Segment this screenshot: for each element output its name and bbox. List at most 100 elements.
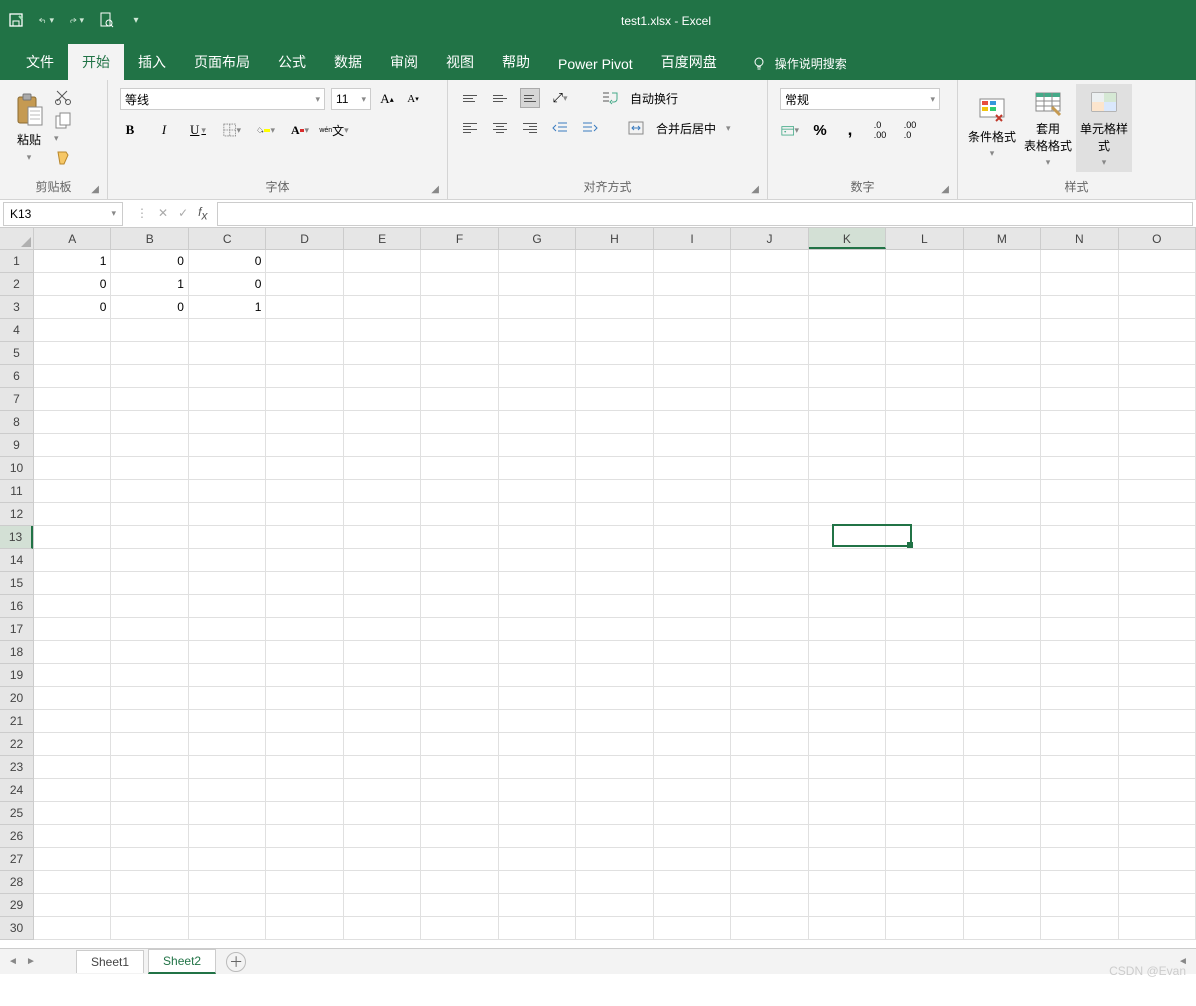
- cell[interactable]: [499, 595, 576, 618]
- cell[interactable]: [344, 618, 421, 641]
- cell[interactable]: [499, 572, 576, 595]
- cell[interactable]: [266, 388, 343, 411]
- cell[interactable]: [499, 503, 576, 526]
- cell[interactable]: [809, 434, 886, 457]
- cell[interactable]: [576, 296, 653, 319]
- cell[interactable]: [654, 779, 731, 802]
- tab-baidu[interactable]: 百度网盘: [647, 44, 731, 80]
- cell[interactable]: [1119, 365, 1196, 388]
- cell[interactable]: [964, 825, 1041, 848]
- cell[interactable]: [421, 779, 498, 802]
- cell[interactable]: [1041, 825, 1118, 848]
- cell[interactable]: [34, 388, 111, 411]
- cell[interactable]: [654, 710, 731, 733]
- cell[interactable]: [886, 319, 963, 342]
- cell[interactable]: [1119, 595, 1196, 618]
- row-header[interactable]: 13: [0, 526, 33, 549]
- fx-expand-icon[interactable]: ⋮: [136, 206, 148, 220]
- cell[interactable]: [886, 894, 963, 917]
- cell[interactable]: [731, 250, 808, 273]
- cell[interactable]: [1041, 250, 1118, 273]
- cell[interactable]: [886, 779, 963, 802]
- cell[interactable]: [809, 825, 886, 848]
- cell[interactable]: [654, 526, 731, 549]
- cell[interactable]: [886, 687, 963, 710]
- cell[interactable]: [266, 802, 343, 825]
- tab-review[interactable]: 审阅: [376, 44, 432, 80]
- cell[interactable]: [499, 388, 576, 411]
- redo-icon[interactable]: ▾: [68, 12, 84, 28]
- cell[interactable]: [344, 664, 421, 687]
- cell[interactable]: [111, 871, 188, 894]
- cell[interactable]: [499, 894, 576, 917]
- cell[interactable]: [576, 779, 653, 802]
- cell[interactable]: [344, 825, 421, 848]
- sheet-nav-prev-icon[interactable]: ◄: [6, 955, 20, 969]
- cell[interactable]: [266, 411, 343, 434]
- cell[interactable]: [111, 411, 188, 434]
- column-header[interactable]: F: [421, 228, 498, 249]
- border-button[interactable]: ▾: [222, 120, 242, 140]
- cell[interactable]: [344, 526, 421, 549]
- cell[interactable]: [809, 710, 886, 733]
- tab-layout[interactable]: 页面布局: [180, 44, 264, 80]
- cell[interactable]: [111, 388, 188, 411]
- cell[interactable]: [111, 894, 188, 917]
- cell[interactable]: [189, 457, 266, 480]
- cell[interactable]: 0: [189, 250, 266, 273]
- cell[interactable]: [189, 319, 266, 342]
- cell[interactable]: [421, 641, 498, 664]
- cell[interactable]: [576, 848, 653, 871]
- cell[interactable]: [964, 388, 1041, 411]
- cell[interactable]: [1119, 526, 1196, 549]
- chevron-down-icon[interactable]: ▾: [726, 123, 731, 134]
- row-header[interactable]: 4: [0, 319, 33, 342]
- cell[interactable]: [421, 871, 498, 894]
- cell[interactable]: [731, 273, 808, 296]
- cell[interactable]: [576, 641, 653, 664]
- cell[interactable]: [886, 250, 963, 273]
- cell[interactable]: [344, 273, 421, 296]
- cell[interactable]: [809, 756, 886, 779]
- cell[interactable]: [34, 871, 111, 894]
- cell[interactable]: [34, 825, 111, 848]
- column-header[interactable]: J: [731, 228, 808, 249]
- row-header[interactable]: 10: [0, 457, 33, 480]
- paste-button[interactable]: 粘贴 ▾: [6, 84, 52, 172]
- cell[interactable]: [809, 388, 886, 411]
- cell[interactable]: [189, 595, 266, 618]
- cell[interactable]: [111, 457, 188, 480]
- cell[interactable]: [499, 365, 576, 388]
- cell[interactable]: [576, 549, 653, 572]
- cell[interactable]: [1041, 779, 1118, 802]
- cell[interactable]: [266, 365, 343, 388]
- cell[interactable]: [1041, 273, 1118, 296]
- cell[interactable]: [266, 733, 343, 756]
- cell[interactable]: [344, 411, 421, 434]
- cell[interactable]: [421, 411, 498, 434]
- cell[interactable]: [1119, 296, 1196, 319]
- cell[interactable]: [266, 710, 343, 733]
- cell[interactable]: [344, 802, 421, 825]
- cell[interactable]: [189, 434, 266, 457]
- cell[interactable]: [964, 733, 1041, 756]
- fx-icon[interactable]: fx: [198, 205, 207, 222]
- row-header[interactable]: 14: [0, 549, 33, 572]
- fill-color-button[interactable]: ▾: [256, 120, 276, 140]
- accounting-format-icon[interactable]: ▾: [780, 120, 800, 140]
- cell[interactable]: [654, 848, 731, 871]
- cell[interactable]: [809, 917, 886, 940]
- cell[interactable]: [421, 365, 498, 388]
- wrap-text-icon[interactable]: [600, 88, 620, 108]
- cell[interactable]: [731, 871, 808, 894]
- dialog-launcher-icon[interactable]: ◢: [941, 184, 949, 195]
- cell[interactable]: [731, 825, 808, 848]
- cell[interactable]: [111, 319, 188, 342]
- select-all-triangle[interactable]: [0, 228, 34, 250]
- cell[interactable]: [34, 756, 111, 779]
- cell[interactable]: [886, 802, 963, 825]
- underline-button[interactable]: U▾: [188, 120, 208, 140]
- cell[interactable]: [266, 848, 343, 871]
- cell[interactable]: [576, 664, 653, 687]
- cell[interactable]: [731, 641, 808, 664]
